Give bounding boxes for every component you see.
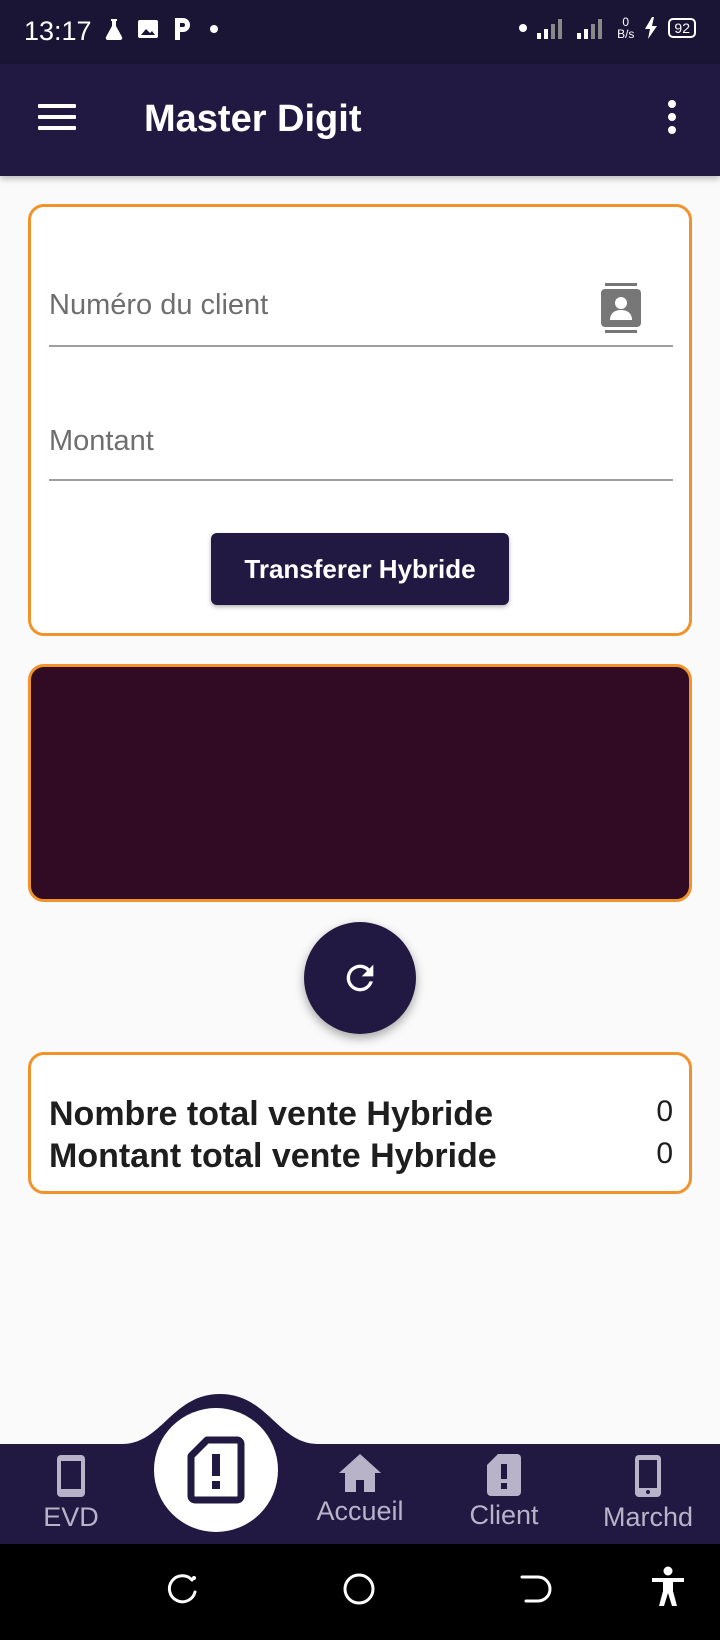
- result-panel: [28, 664, 692, 902]
- client-number-field: [49, 255, 673, 347]
- amount-input[interactable]: [49, 425, 569, 458]
- refresh-button[interactable]: [304, 922, 416, 1034]
- app-bar: Master Digit: [0, 64, 720, 176]
- signal-icon: [537, 19, 563, 39]
- parking-icon: [175, 18, 190, 40]
- total-count-label: Nombre total vente Hybride: [49, 1095, 493, 1133]
- signal-icon: [577, 19, 603, 39]
- home-icon: [339, 1454, 381, 1492]
- contact-book-icon[interactable]: [601, 283, 641, 333]
- total-amount-label: Montant total vente Hybride: [49, 1137, 497, 1175]
- home-button-icon[interactable]: [342, 1572, 376, 1606]
- nav-center-button[interactable]: [154, 1408, 278, 1532]
- sim-alert-icon: [187, 1436, 245, 1504]
- total-amount-value: 0: [656, 1137, 673, 1170]
- recent-apps-icon[interactable]: [166, 1572, 200, 1606]
- transfer-hybrid-button[interactable]: Transferer Hybride: [211, 533, 509, 605]
- system-navigation-bar: [0, 1544, 720, 1640]
- nav-item-marchd[interactable]: Marchd: [578, 1454, 718, 1533]
- charging-icon: [645, 17, 658, 39]
- menu-icon[interactable]: [38, 104, 76, 134]
- battery-indicator: 92: [668, 18, 696, 38]
- status-bar: 13:17 0 B/s 92: [0, 0, 720, 64]
- total-count-value: 0: [656, 1095, 673, 1128]
- back-icon[interactable]: [518, 1572, 552, 1606]
- status-time: 13:17: [24, 16, 92, 46]
- refresh-icon: [346, 964, 374, 992]
- client-number-input[interactable]: [49, 289, 569, 322]
- smartphone-icon: [635, 1455, 661, 1497]
- sales-stats-card: Nombre total vente Hybride 0 Montant tot…: [28, 1052, 692, 1194]
- notification-dot: [210, 25, 218, 33]
- notification-dot: [519, 24, 528, 32]
- amount-field: [49, 393, 673, 481]
- page-title: Master Digit: [144, 98, 362, 140]
- nav-item-evd[interactable]: EVD: [1, 1454, 141, 1533]
- more-options-icon[interactable]: [664, 100, 680, 140]
- total-count-row: Nombre total vente Hybride 0: [49, 1095, 673, 1134]
- transfer-form-card: Transferer Hybride: [28, 204, 692, 636]
- nav-label-client: Client: [469, 1500, 539, 1530]
- phone-icon: [57, 1455, 85, 1497]
- total-amount-row: Montant total vente Hybride 0: [49, 1137, 673, 1176]
- sim-alert-icon: [487, 1454, 521, 1496]
- nav-label-marchd: Marchd: [602, 1502, 694, 1532]
- image-icon: [138, 20, 158, 38]
- network-speed: 0 B/s: [617, 15, 635, 41]
- accessibility-icon[interactable]: [650, 1566, 686, 1608]
- nav-label-accueil: Accueil: [316, 1496, 404, 1526]
- nav-item-accueil[interactable]: Accueil: [290, 1454, 430, 1527]
- nav-item-client[interactable]: Client: [434, 1454, 574, 1531]
- flask-icon: [105, 19, 123, 41]
- nav-label-evd: EVD: [43, 1502, 99, 1532]
